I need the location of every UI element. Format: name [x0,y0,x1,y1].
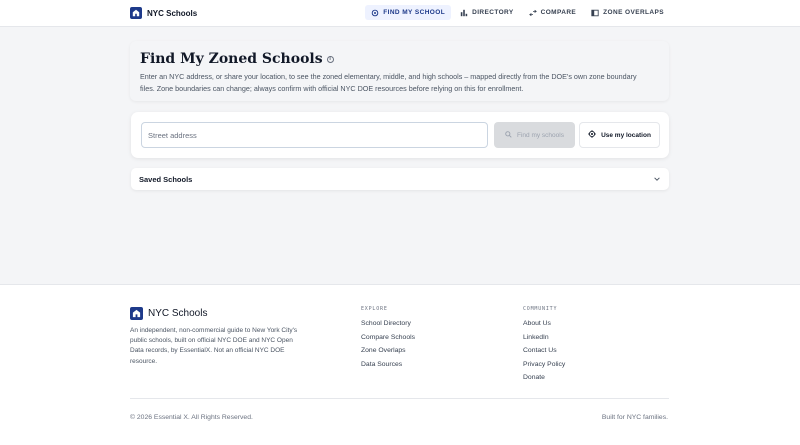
chevron-down-icon [653,170,661,188]
compare-arrows-icon [528,9,537,17]
site-footer: NYC Schools An independent, non-commerci… [0,284,800,445]
map-icon [591,9,599,17]
page-description: Enter an NYC address, or share your loca… [140,72,637,93]
intro-card: Find My Zoned Schools i Enter an NYC add… [130,41,669,101]
footer-description: An independent, non-commercial guide to … [130,327,298,365]
footer-link-donate[interactable]: Donate [523,374,565,382]
nav-find-my-school[interactable]: FIND MY SCHOOL [365,5,452,20]
school-logo-icon [130,7,142,19]
use-my-location-button[interactable]: Use my location [579,122,660,148]
brand-name: NYC Schools [147,8,198,18]
page-title-text: Find My Zoned Schools [140,51,323,67]
footer-brand[interactable]: NYC Schools [130,307,207,320]
search-icon [505,130,512,140]
nav-compare[interactable]: COMPARE [523,5,583,20]
use-my-location-label: Use my location [601,131,651,139]
footer-community-title: COMMUNITY [523,306,558,312]
nav-label: DIRECTORY [472,9,514,16]
footer-divider [130,398,669,399]
nav-label: ZONE OVERLAPS [603,9,664,16]
copyright-text: © 2026 Essential X. All Rights Reserved. [130,414,253,421]
page-title: Find My Zoned Schools i [140,51,659,67]
main-nav: FIND MY SCHOOL DIRECTORY COMPARE ZONE OV… [365,5,670,20]
nav-label: COMPARE [540,9,577,16]
brand-link[interactable]: NYC Schools [130,7,197,19]
top-navigation-bar: NYC Schools FIND MY SCHOOL DIRECTORY COM… [0,0,800,27]
footer-link-data-sources[interactable]: Data Sources [361,361,415,369]
built-for-text: Built for NYC families. [601,414,668,421]
nav-directory[interactable]: DIRECTORY [454,5,520,20]
saved-schools-accordion[interactable]: Saved Schools [131,168,669,190]
footer-link-privacy-policy[interactable]: Privacy Policy [523,361,565,369]
footer-link-compare-schools[interactable]: Compare Schools [361,334,415,342]
footer-community-column: COMMUNITY About Us LinkedIn Contact Us P… [523,306,565,388]
saved-schools-label: Saved Schools [139,174,193,184]
footer-explore-column: EXPLORE School Directory Compare Schools… [361,306,415,374]
footer-brand-name: NYC Schools [148,308,208,319]
nav-zone-overlaps[interactable]: ZONE OVERLAPS [585,5,670,20]
find-my-schools-label: Find my schools [517,131,564,139]
school-logo-icon [130,307,143,320]
crosshair-icon [371,9,379,17]
footer-link-contact-us[interactable]: Contact Us [523,347,565,355]
street-address-input[interactable] [141,122,488,148]
find-my-schools-button[interactable]: Find my schools [494,122,575,148]
footer-link-linkedin[interactable]: LinkedIn [523,334,565,342]
footer-link-school-directory[interactable]: School Directory [361,320,415,328]
nav-label: FIND MY SCHOOL [383,9,446,16]
location-target-icon [588,130,597,140]
footer-link-about-us[interactable]: About Us [523,320,565,328]
bar-chart-icon [460,9,468,17]
footer-link-zone-overlaps[interactable]: Zone Overlaps [361,347,415,355]
footer-explore-title: EXPLORE [361,306,388,312]
info-icon[interactable]: i [326,55,334,63]
address-search-card: Find my schools Use my location [131,112,669,158]
